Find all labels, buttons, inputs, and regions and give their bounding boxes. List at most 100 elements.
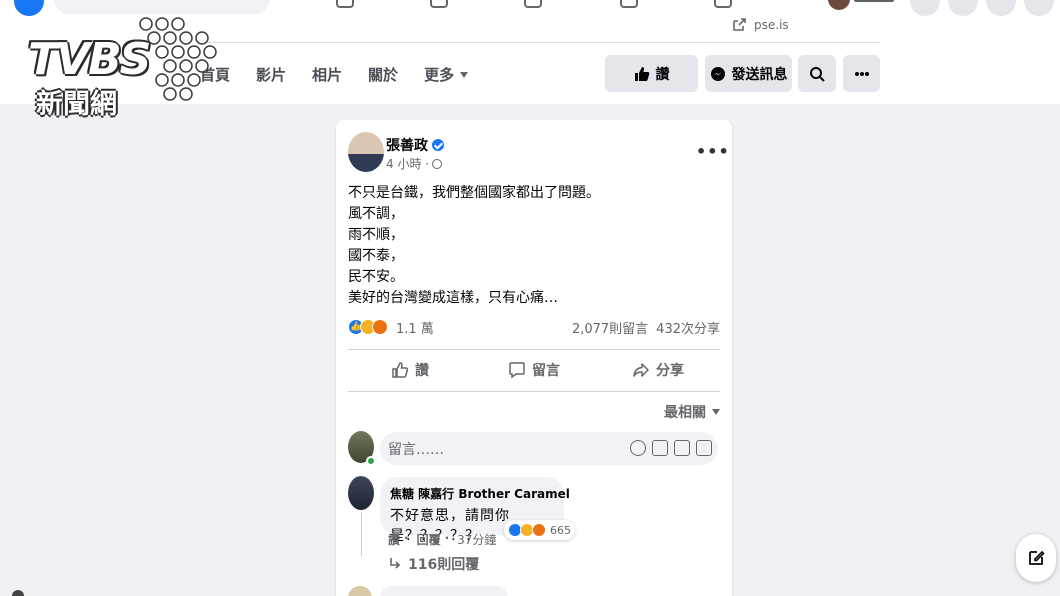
post-line: 雨不順， <box>348 227 404 243</box>
globe-icon <box>432 158 443 169</box>
comment-button[interactable]: 留言 <box>472 351 596 389</box>
emoji-icon[interactable] <box>630 440 646 456</box>
more-icon <box>854 71 869 76</box>
angry-reaction-icon <box>532 523 546 537</box>
tab-label: 關於 <box>368 66 399 84</box>
post-author[interactable]: 張善政 <box>386 135 444 155</box>
external-link-text[interactable]: pse.is <box>754 18 789 32</box>
messenger-icon <box>710 66 725 81</box>
reply-arrow-icon <box>390 558 401 569</box>
commenter-name[interactable]: 焦糖 陳嘉行 Brother Caramel <box>390 485 570 502</box>
camera-icon[interactable] <box>652 440 668 456</box>
commenter-avatar[interactable] <box>348 586 372 596</box>
profile-avatar[interactable] <box>828 0 850 10</box>
reaction-icons: 👍 <box>348 319 388 335</box>
comment-count[interactable]: 2,077則留言 <box>572 318 648 337</box>
new-message-button[interactable] <box>1016 534 1056 582</box>
profile-name[interactable] <box>854 0 894 2</box>
comment-time[interactable]: 37分鐘 <box>457 531 496 548</box>
comment-input[interactable]: 留言…… <box>380 432 718 465</box>
comment-reaction-count: 665 <box>550 523 571 537</box>
thread-line <box>361 512 362 556</box>
comment-reactions[interactable]: 665 <box>504 520 575 540</box>
thumbs-up-outline-icon <box>392 362 409 378</box>
tvbs-dot-pattern <box>139 17 217 101</box>
like-button[interactable]: 讚 <box>348 351 472 389</box>
tvbs-brand: TVBS <box>28 34 151 85</box>
facebook-logo[interactable] <box>14 0 44 16</box>
caret-down-icon <box>460 71 469 78</box>
search-icon <box>810 66 825 82</box>
post-actions: 讚 留言 分享 <box>348 351 720 389</box>
replies-count: 116則回覆 <box>408 557 480 573</box>
marketplace-icon[interactable] <box>524 0 542 8</box>
post-author-name[interactable]: 張善政 <box>386 135 428 155</box>
comment-icon <box>509 362 525 379</box>
post-line: 風不調， <box>348 206 404 222</box>
online-status-indicator <box>366 456 376 466</box>
like-page-label: 讚 <box>655 66 670 83</box>
page-search-button[interactable] <box>798 55 836 92</box>
share-count[interactable]: 432次分享 <box>656 318 720 337</box>
commenter[interactable]: 焦糖 陳嘉行 Brother Caramel <box>390 485 570 502</box>
page-more-button[interactable] <box>843 55 880 92</box>
tab-label: 影片 <box>256 66 287 84</box>
like-page-button[interactable]: 讚 <box>605 55 698 92</box>
view-replies-button[interactable]: 116則回覆 <box>388 554 479 574</box>
groups-icon[interactable] <box>620 0 638 8</box>
verified-icon <box>432 139 444 151</box>
share-label: 分享 <box>656 363 684 379</box>
sticker-icon[interactable] <box>696 440 712 456</box>
messenger-icon[interactable] <box>948 0 978 16</box>
reaction-summary[interactable]: 👍 1.1 萬 <box>348 318 434 337</box>
like-label: 讚 <box>415 363 429 379</box>
reaction-count[interactable]: 1.1 萬 <box>396 318 434 337</box>
comment-input-tools <box>630 440 712 456</box>
tab-videos[interactable]: 影片 <box>256 64 286 85</box>
angry-reaction-icon <box>372 319 388 335</box>
comment-reply-button[interactable]: 回覆 <box>417 531 441 548</box>
home-icon[interactable] <box>336 0 354 8</box>
send-message-label: 發送訊息 <box>731 66 788 83</box>
tab-label: 更多 <box>424 66 455 84</box>
comment-like-button[interactable]: 讚 <box>388 531 400 548</box>
post-card: 張善政 4 小時 · ••• 不只是台鐵，我們整個國家都出了問題。 風不調， 雨… <box>336 120 732 596</box>
search-input[interactable] <box>54 0 270 14</box>
commenter-avatar[interactable] <box>348 476 374 510</box>
comment-placeholder: 留言…… <box>388 441 444 458</box>
comment-meta: 讚 · 回覆 · 37分鐘 <box>388 531 497 548</box>
sort-label: 最相關 <box>664 405 706 421</box>
external-link[interactable]: pse.is <box>732 18 789 32</box>
share-button[interactable]: 分享 <box>596 351 720 389</box>
post-time-text[interactable]: 4 小時 · <box>386 155 429 172</box>
menu-icon[interactable] <box>910 0 940 16</box>
tvbs-subtitle: 新聞網 <box>36 89 117 120</box>
gaming-icon[interactable] <box>714 0 732 8</box>
post-line: 不只是台鐵，我們整個國家都出了問題。 <box>348 185 600 201</box>
external-link-icon <box>733 18 746 31</box>
comment-bubble <box>380 586 508 596</box>
tvbs-watermark: TVBS 新聞網 <box>28 16 218 120</box>
compose-icon <box>1029 550 1045 565</box>
tab-more[interactable]: 更多 <box>424 64 469 85</box>
post-timestamp[interactable]: 4 小時 · <box>386 155 443 172</box>
account-icon[interactable] <box>1024 0 1054 16</box>
thumbs-up-icon <box>634 66 649 81</box>
caret-down-icon <box>712 409 720 415</box>
comment-sort-dropdown[interactable]: 最相關 <box>664 402 720 422</box>
post-line: 國不泰， <box>348 248 404 264</box>
share-icon <box>633 363 649 377</box>
post-stats: 👍 1.1 萬 2,077則留言 432次分享 <box>348 317 720 337</box>
post-author-avatar[interactable] <box>348 132 384 172</box>
notifications-icon[interactable] <box>986 0 1016 16</box>
post-options-button[interactable]: ••• <box>696 142 730 161</box>
divider <box>348 349 720 350</box>
comment-label: 留言 <box>532 363 560 379</box>
edge-dot <box>12 590 24 596</box>
watch-icon[interactable] <box>430 0 448 8</box>
send-message-button[interactable]: 發送訊息 <box>705 55 792 92</box>
post-line: 美好的台灣變成這樣，只有心痛… <box>348 290 558 306</box>
tab-photos[interactable]: 相片 <box>312 64 342 85</box>
gif-icon[interactable] <box>674 440 690 456</box>
tab-about[interactable]: 關於 <box>368 64 398 85</box>
